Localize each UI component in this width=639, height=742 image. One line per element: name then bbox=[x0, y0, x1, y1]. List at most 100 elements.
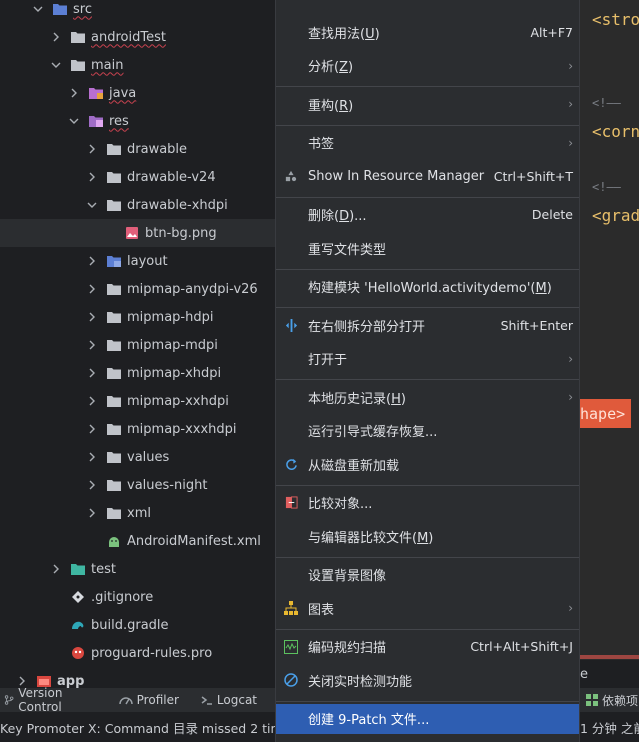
tree-item-drawable-v24[interactable]: drawable-v24 bbox=[0, 163, 275, 191]
code-editor[interactable]: <stro <!—— <corn <!—— <grad hape> bbox=[580, 0, 639, 688]
tree-item-xml[interactable]: xml bbox=[0, 499, 275, 527]
status-message[interactable]: Key Promoter X: Command 目录 missed 2 time… bbox=[0, 712, 275, 742]
chevron-right-icon[interactable] bbox=[86, 143, 98, 155]
tree-item-label: AndroidManifest.xml bbox=[127, 533, 261, 549]
menu-item-idx-21[interactable]: 与编辑器比较文件(M) bbox=[276, 521, 579, 551]
menu-item-idx-24[interactable]: 图表 › bbox=[276, 593, 579, 623]
chevron-right-icon[interactable] bbox=[86, 311, 98, 323]
dependencies-button[interactable]: 依赖项 bbox=[580, 688, 639, 712]
tree-item-values-night[interactable]: values-night bbox=[0, 471, 275, 499]
folder-icon bbox=[106, 142, 122, 156]
tree-item-main[interactable]: main bbox=[0, 51, 275, 79]
menu-item-helloworld-activitydemo[interactable]: 构建模块 'HelloWorld.activitydemo'(M) bbox=[276, 272, 579, 302]
tree-item-label: mipmap-anydpi-v26 bbox=[127, 281, 258, 297]
menu-item-idx-9[interactable]: 重写文件类型 bbox=[276, 233, 579, 263]
menu-item-webp[interactable]: 转换为 WebP... bbox=[276, 737, 579, 742]
tree-item-label: drawable bbox=[127, 141, 188, 157]
tree-item-btn-bg-png[interactable]: btn-bg.png bbox=[0, 219, 275, 247]
menu-item-show-in-resource-manager[interactable]: Show In Resource Manager Ctrl+Shift+T bbox=[276, 161, 579, 191]
menu-separator bbox=[276, 484, 579, 486]
menu-item-label: 构建模块 'HelloWorld.activitydemo'(M) bbox=[308, 281, 552, 296]
split-icon bbox=[284, 318, 298, 332]
tree-item-drawable[interactable]: drawable bbox=[0, 135, 275, 163]
chevron-right-icon[interactable] bbox=[86, 451, 98, 463]
logcat-button[interactable]: Logcat bbox=[201, 693, 257, 707]
diagram-icon bbox=[284, 601, 298, 615]
chevron-down-icon[interactable] bbox=[32, 3, 44, 15]
menu-item-idx-17[interactable]: 运行引导式缓存恢复... bbox=[276, 416, 579, 446]
menu-item-idx-1[interactable]: 分析(Z) › bbox=[276, 51, 579, 81]
menu-item-idx-26[interactable]: 编码规约扫描 Ctrl+Alt+Shift+J bbox=[276, 632, 579, 662]
chevron-down-icon[interactable] bbox=[50, 59, 62, 71]
profiler-label: Profiler bbox=[136, 693, 179, 707]
tree-item-app[interactable]: app bbox=[0, 667, 275, 688]
tree-item-values[interactable]: values bbox=[0, 443, 275, 471]
menu-item-label: 删除(D)... bbox=[308, 209, 367, 224]
tree-item-androidtest[interactable]: androidTest bbox=[0, 23, 275, 51]
tree-item-label: mipmap-xhdpi bbox=[127, 365, 222, 381]
menu-item-label: 书签 bbox=[308, 137, 335, 152]
folder-icon bbox=[106, 338, 122, 352]
branch-icon bbox=[4, 695, 14, 705]
version-control-button[interactable]: Version Control bbox=[4, 686, 97, 714]
chevron-right-icon[interactable] bbox=[50, 563, 62, 575]
tree-item-mipmap-xhdpi[interactable]: mipmap-xhdpi bbox=[0, 359, 275, 387]
tree-item-mipmap-hdpi[interactable]: mipmap-hdpi bbox=[0, 303, 275, 331]
chevron-down-icon[interactable] bbox=[86, 199, 98, 211]
menu-item-idx-0[interactable]: 查找用法(U) Alt+F7 bbox=[276, 17, 579, 47]
menu-item-idx-27[interactable]: 关闭实时检测功能 bbox=[276, 665, 579, 695]
tree-item-drawable-xhdpi[interactable]: drawable-xhdpi bbox=[0, 191, 275, 219]
menu-item-idx-3[interactable]: 重构(R) › bbox=[276, 89, 579, 119]
tree-item-androidmanifest-xml[interactable]: AndroidManifest.xml bbox=[0, 527, 275, 555]
tree-item-java[interactable]: java bbox=[0, 79, 275, 107]
tree-item-mipmap-anydpi-v26[interactable]: mipmap-anydpi-v26 bbox=[0, 275, 275, 303]
chevron-down-icon[interactable] bbox=[68, 115, 80, 127]
tree-item-layout[interactable]: layout bbox=[0, 247, 275, 275]
status-time: 1 分钟 之前 bbox=[580, 712, 639, 742]
menu-separator bbox=[276, 307, 579, 308]
menu-item-label: 创建 9-Patch 文件... bbox=[308, 713, 430, 728]
menu-item-idx-18[interactable]: 从磁盘重新加载 bbox=[276, 449, 579, 479]
dependencies-label: 依赖项 bbox=[602, 693, 639, 708]
chevron-right-icon[interactable] bbox=[86, 255, 98, 267]
tree-item-mipmap-xxhdpi[interactable]: mipmap-xxhdpi bbox=[0, 387, 275, 415]
chevron-right-icon[interactable] bbox=[86, 367, 98, 379]
tree-item-build-gradle[interactable]: build.gradle bbox=[0, 611, 275, 639]
chevron-right-icon[interactable] bbox=[86, 423, 98, 435]
folder-icon bbox=[106, 198, 122, 212]
tree-item-mipmap-xxxhdpi[interactable]: mipmap-xxxhdpi bbox=[0, 415, 275, 443]
version-control-label: Version Control bbox=[18, 686, 63, 714]
tree-item-proguard-rules-pro[interactable]: proguard-rules.pro bbox=[0, 639, 275, 667]
tree-item-res[interactable]: res bbox=[0, 107, 275, 135]
chevron-right-icon[interactable] bbox=[86, 283, 98, 295]
menu-item-idx-23[interactable]: 设置背景图像 bbox=[276, 560, 579, 590]
chevron-right-icon[interactable] bbox=[86, 479, 98, 491]
menu-item-idx-8[interactable]: 删除(D)... Delete bbox=[276, 200, 579, 230]
chevron-right-icon[interactable] bbox=[86, 171, 98, 183]
tree-item-label: main bbox=[91, 57, 124, 73]
chevron-right-icon[interactable] bbox=[86, 395, 98, 407]
tree-item-mipmap-mdpi[interactable]: mipmap-mdpi bbox=[0, 331, 275, 359]
submenu-arrow-icon: › bbox=[568, 351, 573, 366]
menu-item-9-patch[interactable]: 创建 9-Patch 文件... bbox=[276, 703, 579, 734]
menu-separator bbox=[276, 196, 579, 198]
menu-item-idx-5[interactable]: 书签 › bbox=[276, 128, 579, 158]
tree-item-src[interactable]: src bbox=[0, 0, 275, 23]
folder-icon bbox=[106, 506, 122, 520]
chevron-right-icon[interactable] bbox=[86, 339, 98, 351]
tree-item-gitignore[interactable]: .gitignore bbox=[0, 583, 275, 611]
reload-icon bbox=[284, 457, 298, 471]
chevron-right-icon[interactable] bbox=[50, 31, 62, 43]
menu-item-idx-16[interactable]: 本地历史记录(H) › bbox=[276, 382, 579, 412]
profiler-button[interactable]: Profiler bbox=[118, 693, 179, 707]
menu-item-idx-13[interactable]: 在右侧拆分部分打开 Shift+Enter bbox=[276, 310, 579, 340]
chevron-right-icon[interactable] bbox=[86, 507, 98, 519]
chevron-right-icon[interactable] bbox=[68, 87, 80, 99]
tree-item-label: src bbox=[73, 1, 92, 17]
editor-bottom-text: e bbox=[580, 660, 639, 688]
menu-item-label: 关闭实时检测功能 bbox=[308, 674, 413, 690]
scan-icon bbox=[284, 639, 298, 654]
menu-item-idx-14[interactable]: 打开于 › bbox=[276, 344, 579, 374]
tree-item-test[interactable]: test bbox=[0, 555, 275, 583]
menu-item-idx-20[interactable]: 比较对象... bbox=[276, 488, 579, 518]
